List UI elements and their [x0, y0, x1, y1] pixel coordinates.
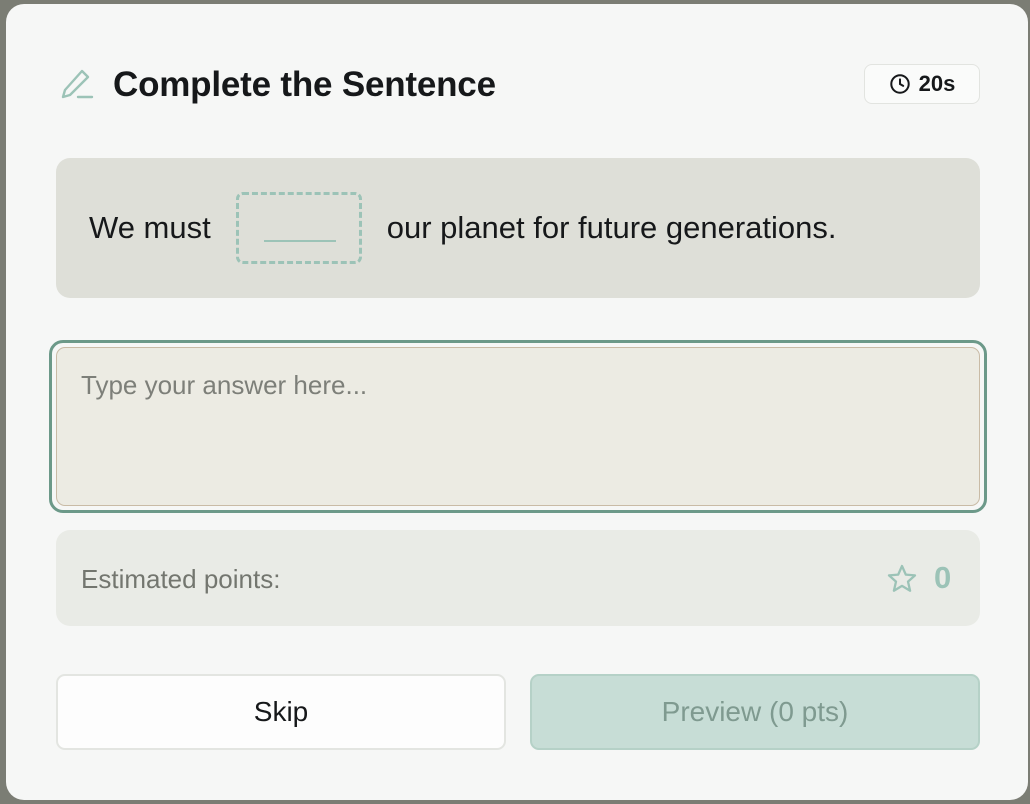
sentence-blank [235, 192, 362, 264]
answer-focus-ring [49, 340, 987, 513]
estimated-points-panel: Estimated points: 0 [56, 530, 980, 626]
timer-badge: 20s [864, 64, 980, 104]
quiz-card: Complete the Sentence 20s We must our pl… [6, 4, 1028, 800]
clock-icon [889, 74, 910, 94]
preview-button[interactable]: Preview (0 pts) [530, 674, 980, 750]
answer-input[interactable] [56, 347, 980, 506]
page-title: Complete the Sentence [113, 65, 496, 104]
pencil-icon [61, 69, 94, 99]
sentence-panel: We must our planet for future generation… [56, 158, 980, 298]
sentence-before: We must [89, 210, 211, 245]
points-value: 0 [934, 560, 952, 595]
timer-value: 20s [918, 71, 956, 96]
star-icon [887, 564, 917, 592]
points-label: Estimated points: [81, 564, 281, 594]
blank-underline [263, 240, 336, 242]
header: Complete the Sentence 20s [56, 62, 980, 110]
sentence-after: our planet for future generations. [386, 210, 837, 245]
skip-button[interactable]: Skip [56, 674, 506, 750]
